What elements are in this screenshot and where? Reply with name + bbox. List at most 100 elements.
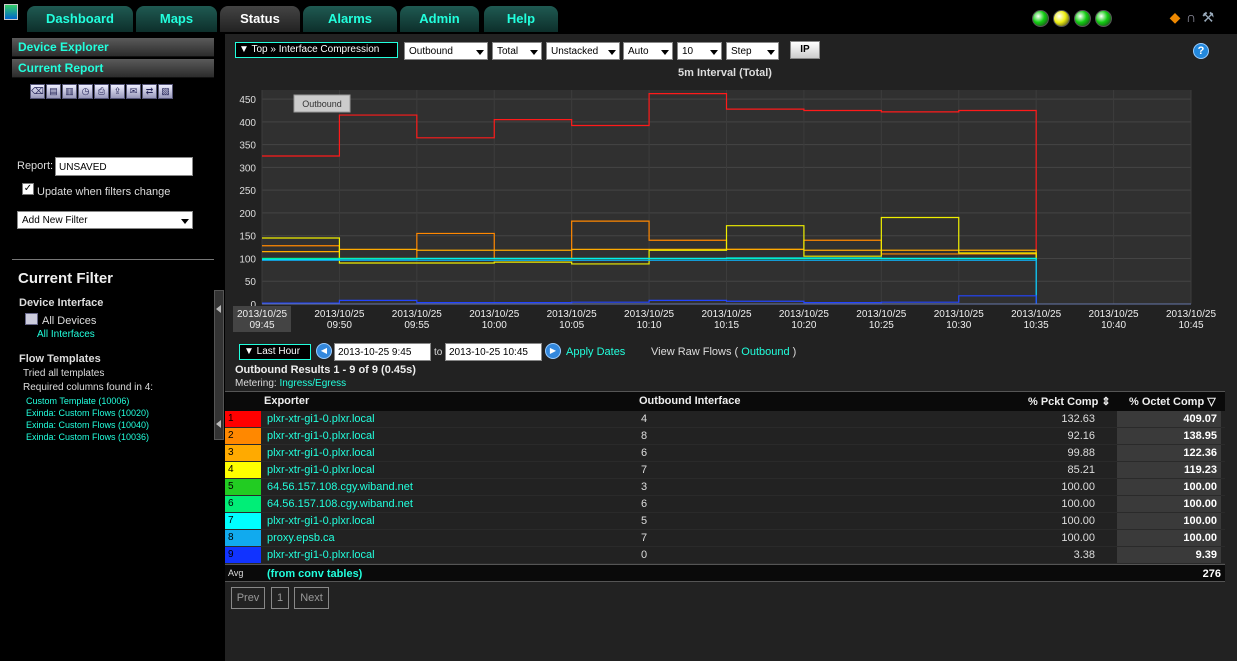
status-light-icon[interactable] xyxy=(1095,10,1112,27)
compass-icon[interactable]: ◆ xyxy=(1168,9,1182,25)
exporter-link[interactable]: 64.56.157.108.cgy.wiband.net xyxy=(267,498,413,510)
tab-dashboard[interactable]: Dashboard xyxy=(27,6,133,32)
aggregation-select[interactable]: Total xyxy=(492,42,542,60)
tab-alarms[interactable]: Alarms xyxy=(303,6,397,32)
report-title-select[interactable]: ▼ Top » Interface Compression xyxy=(235,42,398,58)
table-row[interactable]: 2 plxr-xtr-gi1-0.plxr.local 8 92.16 138.95 xyxy=(225,428,1225,445)
exporter-link[interactable]: plxr-xtr-gi1-0.plxr.local xyxy=(267,447,375,459)
status-light-icon[interactable] xyxy=(1074,10,1091,27)
sort-desc-icon[interactable]: ▽ xyxy=(1207,396,1215,408)
template-link[interactable]: Exinda: Custom Flows (10036) xyxy=(26,432,149,442)
status-light-icon[interactable] xyxy=(1053,10,1070,27)
email-icon[interactable]: ✉ xyxy=(126,84,141,99)
prev-page-button[interactable]: Prev xyxy=(231,587,265,609)
exporter-link[interactable]: plxr-xtr-gi1-0.plxr.local xyxy=(267,464,375,476)
table-row[interactable]: 7 plxr-xtr-gi1-0.plxr.local 5 100.00 100.00 xyxy=(225,513,1225,530)
exporter-link[interactable]: plxr-xtr-gi1-0.plxr.local xyxy=(267,430,375,442)
exporter-link[interactable]: 64.56.157.108.cgy.wiband.net xyxy=(267,481,413,493)
report-label: Report: xyxy=(17,160,54,172)
results-title: Outbound Results 1 - 9 of 9 (0.45s) xyxy=(235,364,416,376)
pckt-comp-value: 100.00 xyxy=(1061,481,1095,493)
row-rank-swatch: 6 xyxy=(225,496,261,512)
eraser-icon[interactable]: ⌫ xyxy=(30,84,45,99)
tab-status[interactable]: Status xyxy=(220,6,300,32)
line-mode-select[interactable]: Step xyxy=(726,42,779,60)
status-light-icon[interactable] xyxy=(1032,10,1049,27)
template-link[interactable]: Exinda: Custom Flows (10020) xyxy=(26,408,149,418)
all-interfaces-link[interactable]: All Interfaces xyxy=(37,329,95,340)
interface-value: 8 xyxy=(641,430,648,442)
table-row[interactable]: 8 proxy.epsb.ca 7 100.00 100.00 xyxy=(225,530,1225,547)
next-page-button[interactable]: Next xyxy=(294,587,329,609)
col-pckt-comp[interactable]: % Pckt Comp ⇕ xyxy=(1028,395,1111,408)
octet-comp-cell: 100.00 xyxy=(1117,479,1221,495)
direction-select[interactable]: Outbound xyxy=(404,42,488,60)
export-icon[interactable]: ⇪ xyxy=(110,84,125,99)
tab-admin[interactable]: Admin xyxy=(400,6,479,32)
template-link[interactable]: Custom Template (10006) xyxy=(26,396,129,406)
device-explorer-header[interactable]: Device Explorer xyxy=(12,38,214,57)
results-table: Exporter Outbound Interface % Pckt Comp … xyxy=(225,391,1225,582)
tab-help[interactable]: Help xyxy=(484,6,558,32)
pdf-icon[interactable]: ▧ xyxy=(158,84,173,99)
ip-button[interactable]: IP xyxy=(790,41,820,59)
interface-value: 7 xyxy=(641,464,648,476)
y-tick-label: 450 xyxy=(239,95,256,106)
collapse-left-icon[interactable] xyxy=(216,305,221,313)
add-filter-select[interactable]: Add New Filter xyxy=(17,211,193,229)
table-row[interactable]: 1 plxr-xtr-gi1-0.plxr.local 4 132.63 409.07 xyxy=(225,411,1225,428)
help-icon[interactable]: ? xyxy=(1193,43,1209,59)
view-raw-link[interactable]: Outbound xyxy=(741,346,789,358)
tab-maps[interactable]: Maps xyxy=(136,6,217,32)
print-icon[interactable]: ⎙ xyxy=(94,84,109,99)
aggregation-value: Total xyxy=(497,46,519,57)
previous-period-icon[interactable]: ◀ xyxy=(316,343,332,359)
update-checkbox[interactable]: ✓ xyxy=(22,183,34,195)
scale-select[interactable]: Auto xyxy=(623,42,673,60)
octet-comp-value: 409.07 xyxy=(1183,413,1217,425)
to-date-input[interactable]: 2013-10-25 10:45 xyxy=(445,343,542,361)
logo-icon xyxy=(4,4,18,20)
exporter-link[interactable]: plxr-xtr-gi1-0.plxr.local xyxy=(267,549,375,561)
col-interface[interactable]: Outbound Interface xyxy=(639,395,740,407)
row-rank-swatch: 5 xyxy=(225,479,261,495)
save-as-icon[interactable]: ▥ xyxy=(62,84,77,99)
to-label: to xyxy=(434,347,443,358)
octet-comp-cell: 100.00 xyxy=(1117,496,1221,512)
next-period-icon[interactable]: ▶ xyxy=(545,343,561,359)
current-report-header[interactable]: Current Report xyxy=(12,59,214,78)
exporter-link[interactable]: proxy.epsb.ca xyxy=(267,532,335,544)
stacking-select[interactable]: Unstacked xyxy=(546,42,620,60)
exporter-link[interactable]: plxr-xtr-gi1-0.plxr.local xyxy=(267,515,375,527)
y-tick-label: 200 xyxy=(239,209,256,220)
share-icon[interactable]: ⇄ xyxy=(142,84,157,99)
table-row[interactable]: 9 plxr-xtr-gi1-0.plxr.local 0 3.38 9.39 xyxy=(225,547,1225,564)
sort-icon[interactable]: ⇕ xyxy=(1101,396,1110,408)
trash-icon[interactable] xyxy=(25,313,38,325)
pckt-comp-value: 3.38 xyxy=(1073,549,1095,561)
table-row[interactable]: 4 plxr-xtr-gi1-0.plxr.local 7 85.21 119.23 xyxy=(225,462,1225,479)
report-name-input[interactable]: UNSAVED xyxy=(55,157,193,176)
time-range-select[interactable]: ▼ Last Hour xyxy=(239,344,311,360)
table-row[interactable]: 6 64.56.157.108.cgy.wiband.net 6 100.00 100.… xyxy=(225,496,1225,513)
metering-link[interactable]: Ingress/Egress xyxy=(279,378,346,389)
legend-badge[interactable]: Outbound xyxy=(302,99,342,109)
col-octet-comp[interactable]: % Octet Comp ▽ xyxy=(1129,395,1216,408)
collapse-left-icon[interactable] xyxy=(216,420,221,428)
col-exporter[interactable]: Exporter xyxy=(264,395,309,407)
pckt-comp-value: 100.00 xyxy=(1061,532,1095,544)
table-row[interactable]: 3 plxr-xtr-gi1-0.plxr.local 6 99.88 122.36 xyxy=(225,445,1225,462)
apply-dates-link[interactable]: Apply Dates xyxy=(566,346,625,358)
schedule-icon[interactable]: ◷ xyxy=(78,84,93,99)
horseshoe-icon[interactable]: ∩ xyxy=(1184,9,1198,25)
page-number-button[interactable]: 1 xyxy=(271,587,289,609)
wrench-icon[interactable]: ⚒ xyxy=(1201,9,1215,25)
save-icon[interactable]: ▤ xyxy=(46,84,61,99)
template-link[interactable]: Exinda: Custom Flows (10040) xyxy=(26,420,149,430)
app: Dashboard Maps Status Alarms Admin Help … xyxy=(0,0,1237,661)
exporter-link[interactable]: plxr-xtr-gi1-0.plxr.local xyxy=(267,413,375,425)
table-row[interactable]: 5 64.56.157.108.cgy.wiband.net 3 100.00 100.… xyxy=(225,479,1225,496)
from-date-input[interactable]: 2013-10-25 9:45 xyxy=(334,343,431,361)
count-select[interactable]: 10 xyxy=(677,42,722,60)
metering: Metering: Ingress/Egress xyxy=(235,378,346,389)
